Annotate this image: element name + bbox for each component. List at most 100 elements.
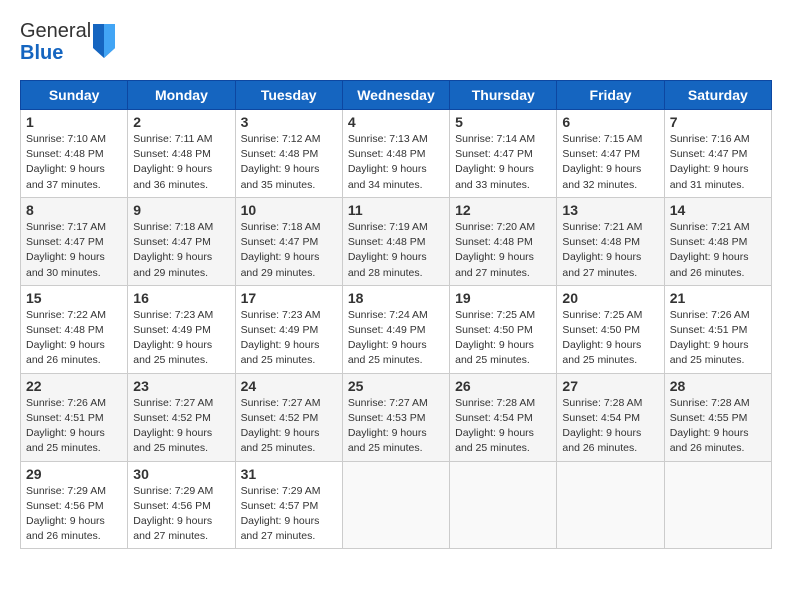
day-number: 11 [348,202,444,218]
calendar-cell: 17 Sunrise: 7:23 AMSunset: 4:49 PMDayligh… [235,285,342,373]
day-number: 1 [26,114,122,130]
day-number: 5 [455,114,551,130]
day-number: 13 [562,202,658,218]
cell-content: Sunrise: 7:21 AMSunset: 4:48 PMDaylight:… [562,220,658,281]
calendar-cell: 6Sunrise: 7:15 AMSunset: 4:47 PMDaylight… [557,110,664,198]
logo-text-blue: Blue [20,42,91,64]
day-number: 9 [133,202,229,218]
calendar-cell: 31Sunrise: 7:29 AMSunset: 4:57 PMDayligh… [235,461,342,549]
calendar-cell: 20 Sunrise: 7:25 AMSunset: 4:50 PMDayligh… [557,285,664,373]
calendar-cell: 26 Sunrise: 7:28 AMSunset: 4:54 PMDayligh… [450,373,557,461]
day-number: 20 [562,290,658,306]
calendar-cell: 28 Sunrise: 7:28 AMSunset: 4:55 PMDayligh… [664,373,771,461]
day-number: 19 [455,290,551,306]
weekday-header-thursday: Thursday [450,81,557,110]
weekday-header-saturday: Saturday [664,81,771,110]
day-number: 10 [241,202,337,218]
day-number: 21 [670,290,766,306]
calendar-cell: 7 Sunrise: 7:16 AMSunset: 4:47 PMDaylight… [664,110,771,198]
cell-content: Sunrise: 7:18 AMSunset: 4:47 PMDaylight:… [133,220,229,281]
calendar-cell: 1 Sunrise: 7:10 AMSunset: 4:48 PMDaylight… [21,110,128,198]
calendar-cell: 13 Sunrise: 7:21 AMSunset: 4:48 PMDayligh… [557,197,664,285]
cell-content: Sunrise: 7:20 AMSunset: 4:48 PMDaylight:… [455,220,551,281]
day-number: 2 [133,114,229,130]
calendar-cell [557,461,664,549]
calendar-cell: 29 Sunrise: 7:29 AMSunset: 4:56 PMDayligh… [21,461,128,549]
day-number: 16 [133,290,229,306]
calendar-cell: 9 Sunrise: 7:18 AMSunset: 4:47 PMDaylight… [128,197,235,285]
weekday-header-sunday: Sunday [21,81,128,110]
cell-content: Sunrise: 7:23 AMSunset: 4:49 PMDaylight:… [133,308,229,369]
calendar-cell: 23 Sunrise: 7:27 AMSunset: 4:52 PMDayligh… [128,373,235,461]
calendar-cell: 8 Sunrise: 7:17 AMSunset: 4:47 PMDaylight… [21,197,128,285]
weekday-header-friday: Friday [557,81,664,110]
logo-text-general: General [20,20,91,42]
cell-content: Sunrise: 7:16 AMSunset: 4:47 PMDaylight:… [670,132,766,193]
day-number: 6 [562,114,658,130]
calendar-cell: 14 Sunrise: 7:21 AMSunset: 4:48 PMDayligh… [664,197,771,285]
logo-icon [93,24,115,60]
week-row-5: 29 Sunrise: 7:29 AMSunset: 4:56 PMDayligh… [21,461,772,549]
calendar-cell [342,461,449,549]
calendar-cell: 21 Sunrise: 7:26 AMSunset: 4:51 PMDayligh… [664,285,771,373]
calendar-cell: 18 Sunrise: 7:24 AMSunset: 4:49 PMDayligh… [342,285,449,373]
week-row-3: 15 Sunrise: 7:22 AMSunset: 4:48 PMDayligh… [21,285,772,373]
day-number: 15 [26,290,122,306]
cell-content: Sunrise: 7:25 AMSunset: 4:50 PMDaylight:… [562,308,658,369]
day-number: 7 [670,114,766,130]
cell-content: Sunrise: 7:22 AMSunset: 4:48 PMDaylight:… [26,308,122,369]
day-number: 29 [26,466,122,482]
day-number: 24 [241,378,337,394]
day-number: 26 [455,378,551,394]
cell-content: Sunrise: 7:28 AMSunset: 4:55 PMDaylight:… [670,396,766,457]
calendar-cell: 25 Sunrise: 7:27 AMSunset: 4:53 PMDayligh… [342,373,449,461]
calendar-cell: 16 Sunrise: 7:23 AMSunset: 4:49 PMDayligh… [128,285,235,373]
day-number: 4 [348,114,444,130]
day-number: 17 [241,290,337,306]
weekday-header-tuesday: Tuesday [235,81,342,110]
calendar-cell: 4Sunrise: 7:13 AMSunset: 4:48 PMDaylight… [342,110,449,198]
day-number: 25 [348,378,444,394]
cell-content: Sunrise: 7:18 AMSunset: 4:47 PMDaylight:… [241,220,337,281]
calendar-cell: 3Sunrise: 7:12 AMSunset: 4:48 PMDaylight… [235,110,342,198]
cell-content: Sunrise: 7:26 AMSunset: 4:51 PMDaylight:… [26,396,122,457]
cell-content: Sunrise: 7:26 AMSunset: 4:51 PMDaylight:… [670,308,766,369]
cell-content: Sunrise: 7:28 AMSunset: 4:54 PMDaylight:… [455,396,551,457]
page-header: General Blue [20,20,772,64]
cell-content: Sunrise: 7:25 AMSunset: 4:50 PMDaylight:… [455,308,551,369]
cell-content: Sunrise: 7:29 AMSunset: 4:56 PMDaylight:… [133,484,229,545]
cell-content: Sunrise: 7:10 AMSunset: 4:48 PMDaylight:… [26,132,122,193]
day-number: 23 [133,378,229,394]
calendar-cell: 27 Sunrise: 7:28 AMSunset: 4:54 PMDayligh… [557,373,664,461]
calendar-cell: 24Sunrise: 7:27 AMSunset: 4:52 PMDayligh… [235,373,342,461]
week-row-1: 1 Sunrise: 7:10 AMSunset: 4:48 PMDaylight… [21,110,772,198]
week-row-4: 22Sunrise: 7:26 AMSunset: 4:51 PMDayligh… [21,373,772,461]
cell-content: Sunrise: 7:29 AMSunset: 4:57 PMDaylight:… [241,484,337,545]
day-number: 30 [133,466,229,482]
calendar-cell: 22Sunrise: 7:26 AMSunset: 4:51 PMDayligh… [21,373,128,461]
cell-content: Sunrise: 7:23 AMSunset: 4:49 PMDaylight:… [241,308,337,369]
cell-content: Sunrise: 7:21 AMSunset: 4:48 PMDaylight:… [670,220,766,281]
cell-content: Sunrise: 7:24 AMSunset: 4:49 PMDaylight:… [348,308,444,369]
cell-content: Sunrise: 7:27 AMSunset: 4:52 PMDaylight:… [133,396,229,457]
logo: General Blue [20,20,115,64]
weekday-header-monday: Monday [128,81,235,110]
day-number: 27 [562,378,658,394]
cell-content: Sunrise: 7:19 AMSunset: 4:48 PMDaylight:… [348,220,444,281]
day-number: 28 [670,378,766,394]
cell-content: Sunrise: 7:27 AMSunset: 4:53 PMDaylight:… [348,396,444,457]
calendar-cell: 19 Sunrise: 7:25 AMSunset: 4:50 PMDayligh… [450,285,557,373]
weekday-header-row: SundayMondayTuesdayWednesdayThursdayFrid… [21,81,772,110]
calendar-table: SundayMondayTuesdayWednesdayThursdayFrid… [20,80,772,549]
cell-content: Sunrise: 7:29 AMSunset: 4:56 PMDaylight:… [26,484,122,545]
calendar-cell [664,461,771,549]
cell-content: Sunrise: 7:12 AMSunset: 4:48 PMDaylight:… [241,132,337,193]
cell-content: Sunrise: 7:11 AMSunset: 4:48 PMDaylight:… [133,132,229,193]
day-number: 8 [26,202,122,218]
cell-content: Sunrise: 7:28 AMSunset: 4:54 PMDaylight:… [562,396,658,457]
calendar-cell: 10 Sunrise: 7:18 AMSunset: 4:47 PMDayligh… [235,197,342,285]
day-number: 14 [670,202,766,218]
cell-content: Sunrise: 7:17 AMSunset: 4:47 PMDaylight:… [26,220,122,281]
day-number: 18 [348,290,444,306]
calendar-cell: 30 Sunrise: 7:29 AMSunset: 4:56 PMDayligh… [128,461,235,549]
